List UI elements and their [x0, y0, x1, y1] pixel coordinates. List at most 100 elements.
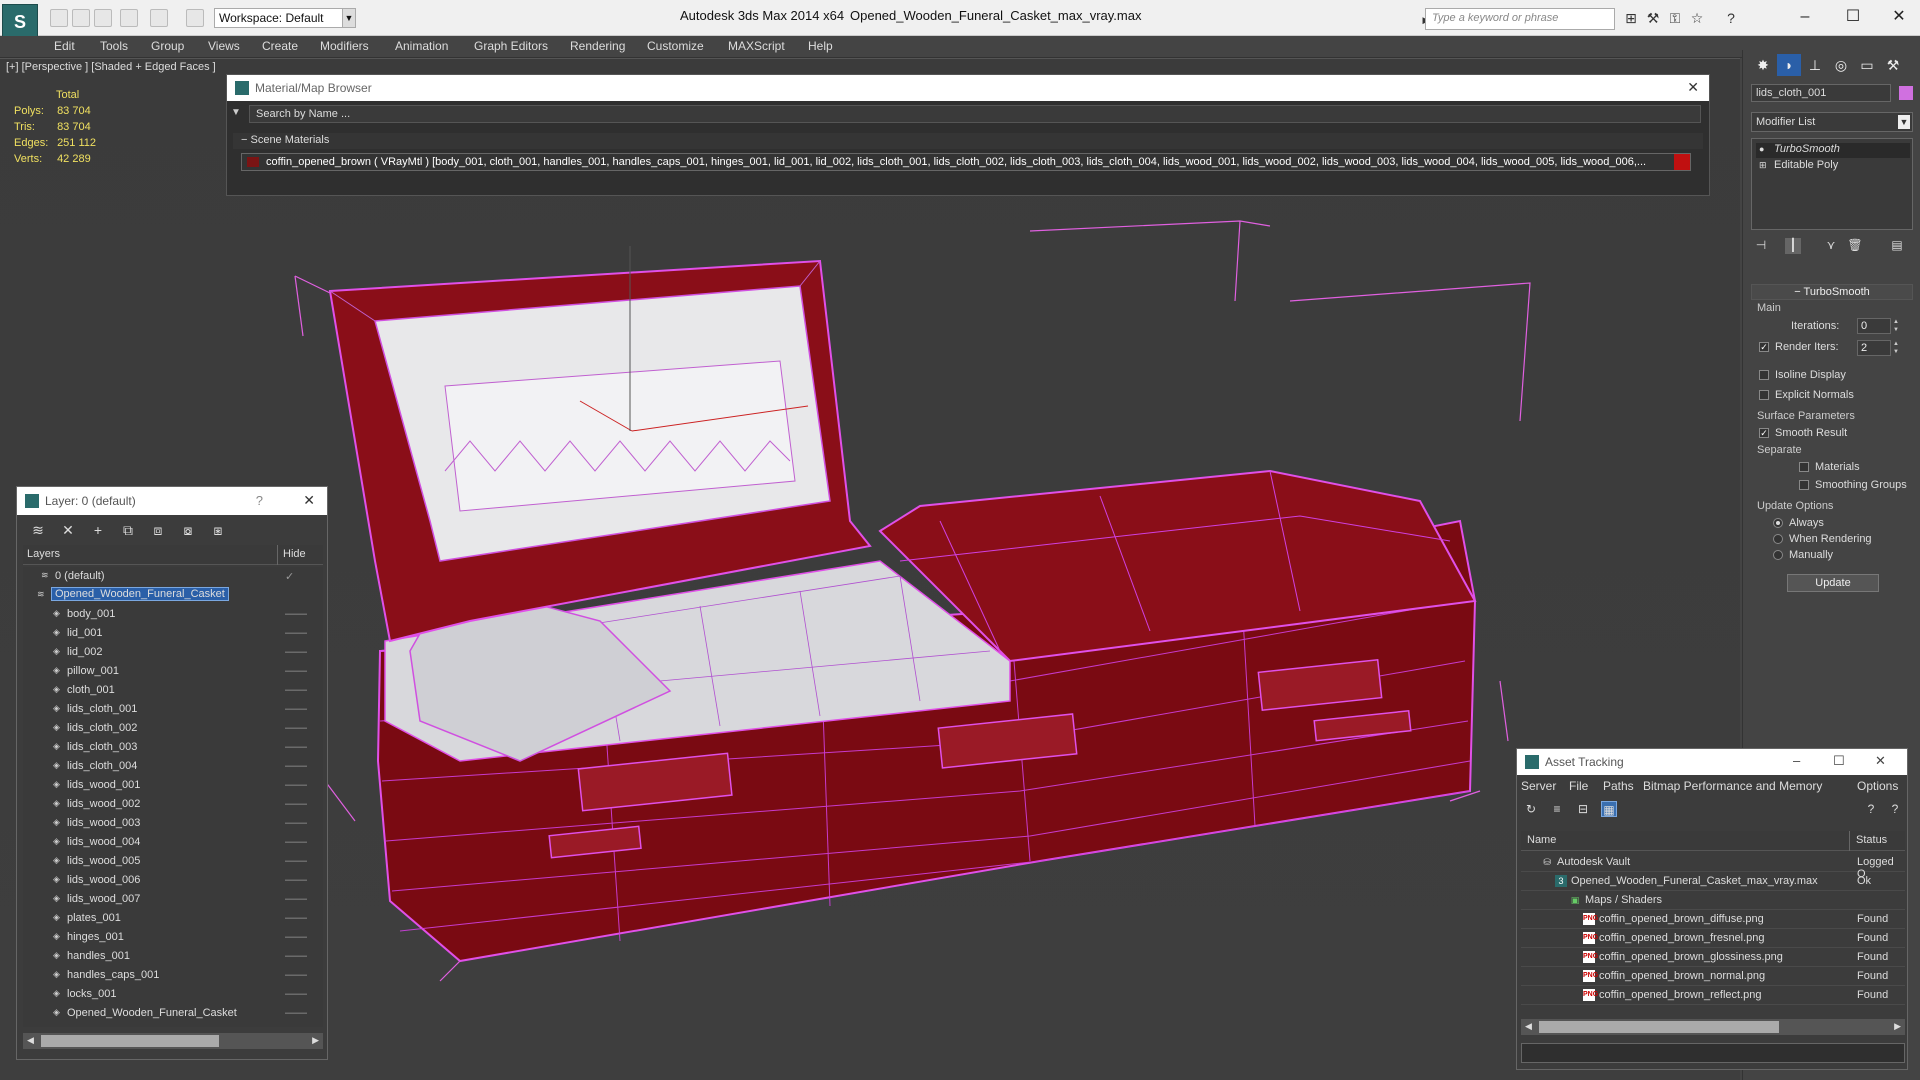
layer-row[interactable]: ◈ lid_002 —— [23, 643, 323, 662]
delete-icon[interactable]: ✕ [59, 521, 77, 539]
layer-row[interactable]: ◈ lids_wood_004 —— [23, 833, 323, 852]
menu-maxscript[interactable]: MAXScript [728, 39, 785, 53]
hide-toggle[interactable]: ✓ [285, 570, 294, 583]
search-input[interactable]: Search by Name ... [249, 105, 1701, 123]
expand-icon[interactable]: ⊞ [1759, 160, 1767, 171]
pin-stack-icon[interactable]: ⊣ [1753, 238, 1769, 254]
layer-row[interactable]: ≋ Opened_Wooden_Funeral_Casket [23, 586, 323, 605]
scroll-right-icon[interactable]: ▶ [312, 1035, 319, 1046]
menu-help[interactable]: Help [808, 39, 833, 53]
layer-row[interactable]: ◈ lids_cloth_001 —— [23, 700, 323, 719]
layer-row[interactable]: ◈ lids_wood_006 —— [23, 871, 323, 890]
undo-icon[interactable] [120, 9, 138, 27]
hide-toggle[interactable]: —— [285, 665, 307, 677]
hide-toggle[interactable]: —— [285, 969, 307, 981]
material-browser-titlebar[interactable]: Material/Map Browser ✕ [227, 75, 1709, 101]
layer-row[interactable]: ◈ lids_cloth_002 —— [23, 719, 323, 738]
asset-row[interactable]: PNG coffin_opened_brown_glossiness.png Fou… [1521, 948, 1905, 967]
remove-modifier-icon[interactable]: 🗑 [1847, 238, 1863, 254]
layer-row[interactable]: ◈ hinges_001 —— [23, 928, 323, 947]
set-current-layer-icon[interactable]: ⧆ [209, 521, 227, 539]
highlight-layer-icon[interactable]: ⧇ [179, 521, 197, 539]
isoline-display-checkbox[interactable] [1759, 370, 1769, 380]
chevron-down-icon[interactable]: ▼ [1898, 115, 1910, 129]
asset-row[interactable]: ⛁ Autodesk Vault Logged O [1521, 853, 1905, 880]
hide-toggle[interactable]: —— [285, 722, 307, 734]
help-icon[interactable]: ? [1723, 10, 1739, 26]
menu-rendering[interactable]: Rendering [570, 39, 625, 53]
table-view-icon[interactable]: ▦ [1601, 801, 1617, 817]
hide-toggle[interactable]: —— [285, 1007, 307, 1019]
scroll-left-icon[interactable]: ◀ [1525, 1021, 1532, 1032]
menu-options[interactable]: Options [1857, 779, 1898, 793]
binoculars-icon[interactable]: ⊞ [1623, 10, 1639, 26]
display-tab-icon[interactable]: ▭ [1855, 54, 1879, 76]
menu-graph-editors[interactable]: Graph Editors [474, 39, 548, 53]
layer-row[interactable]: ◈ lids_wood_001 —— [23, 776, 323, 795]
hide-toggle[interactable]: —— [285, 703, 307, 715]
layer-row[interactable]: ◈ lids_wood_003 —— [23, 814, 323, 833]
menu-customize[interactable]: Customize [647, 39, 704, 53]
update-always-radio[interactable] [1773, 518, 1783, 528]
horizontal-scrollbar[interactable]: ◀ ▶ [23, 1033, 323, 1049]
maximize-icon[interactable]: ☐ [1833, 753, 1845, 769]
modify-tab-icon[interactable]: ◗ [1777, 54, 1801, 76]
render-iters-spinner[interactable]: 2 [1857, 340, 1891, 356]
hide-toggle[interactable]: —— [285, 836, 307, 848]
menu-file[interactable]: File [1569, 779, 1588, 793]
create-tab-icon[interactable]: ✸ [1751, 54, 1775, 76]
layer-row[interactable]: ◈ plates_001 —— [23, 909, 323, 928]
viewport-label[interactable]: [+] [Perspective ] [Shaded + Edged Faces… [6, 61, 216, 73]
motion-tab-icon[interactable]: ◎ [1829, 54, 1853, 76]
close-icon[interactable]: ✕ [1687, 79, 1699, 96]
tools-icon[interactable]: ⚒ [1645, 10, 1661, 26]
lightbulb-icon[interactable]: ● [1759, 144, 1764, 154]
favorite-star-icon[interactable]: ☆ [1689, 10, 1705, 26]
asset-row[interactable]: PNG coffin_opened_brown_reflect.png Found [1521, 986, 1905, 1005]
hide-toggle[interactable]: —— [285, 760, 307, 772]
stack-item-turbosmooth[interactable]: ● TurboSmooth [1756, 143, 1910, 158]
menu-edit[interactable]: Edit [54, 39, 75, 53]
explicit-normals-checkbox[interactable] [1759, 390, 1769, 400]
layer-row[interactable]: ◈ lids_wood_005 —— [23, 852, 323, 871]
menu-views[interactable]: Views [208, 39, 240, 53]
save-file-icon[interactable] [94, 9, 112, 27]
scrollbar-thumb[interactable] [41, 1035, 219, 1047]
scene-materials-group[interactable]: − Scene Materials [233, 133, 1703, 149]
asset-row[interactable]: 3 Opened_Wooden_Funeral_Casket_max_vray.m… [1521, 872, 1905, 891]
make-unique-icon[interactable]: ⋎ [1823, 238, 1839, 254]
layer-row[interactable]: ◈ lids_wood_002 —— [23, 795, 323, 814]
render-iters-checkbox[interactable]: ✓ [1759, 342, 1769, 352]
asset-row[interactable]: PNG coffin_opened_brown_fresnel.png Found [1521, 929, 1905, 948]
iterations-spinner[interactable]: 0 [1857, 318, 1891, 334]
layer-row[interactable]: ◈ lid_001 —— [23, 624, 323, 643]
hide-toggle[interactable]: —— [285, 779, 307, 791]
asset-row[interactable]: PNG coffin_opened_brown_diffuse.png Found [1521, 910, 1905, 929]
close-icon[interactable]: ✕ [303, 492, 315, 509]
layer-row[interactable]: ◈ cloth_001 —— [23, 681, 323, 700]
menu-modifiers[interactable]: Modifiers [320, 39, 369, 53]
search-input[interactable]: Type a keyword or phrase [1425, 8, 1615, 30]
hide-toggle[interactable]: —— [285, 874, 307, 886]
workspace-dropdown[interactable]: Workspace: Default [214, 8, 354, 28]
scroll-right-icon[interactable]: ▶ [1894, 1021, 1901, 1032]
layer-row[interactable]: ◈ locks_001 —— [23, 985, 323, 1004]
help-icon[interactable]: ? [256, 493, 263, 508]
column-hide[interactable]: Hide [283, 548, 306, 560]
materials-checkbox[interactable] [1799, 462, 1809, 472]
column-name[interactable]: Name [1527, 834, 1556, 846]
rollout-title[interactable]: − TurboSmooth [1751, 284, 1913, 300]
layer-row[interactable]: ◈ body_001 —— [23, 605, 323, 624]
menu-server[interactable]: Server [1521, 779, 1556, 793]
hide-toggle[interactable]: —— [285, 684, 307, 696]
layer-row[interactable]: ◈ lids_cloth_003 —— [23, 738, 323, 757]
hide-toggle[interactable]: —— [285, 608, 307, 620]
app-logo-icon[interactable]: S [2, 4, 38, 40]
asset-row[interactable]: ▣ Maps / Shaders [1521, 891, 1905, 910]
help-icon[interactable]: ? [1863, 801, 1879, 817]
configure-sets-icon[interactable]: ▤ [1889, 238, 1905, 254]
close-icon[interactable]: ✕ [1884, 6, 1914, 28]
list-view-icon[interactable]: ≡ [1549, 801, 1565, 817]
modifier-list-dropdown[interactable]: Modifier List ▼ [1751, 112, 1913, 132]
column-status[interactable]: Status [1856, 834, 1887, 846]
